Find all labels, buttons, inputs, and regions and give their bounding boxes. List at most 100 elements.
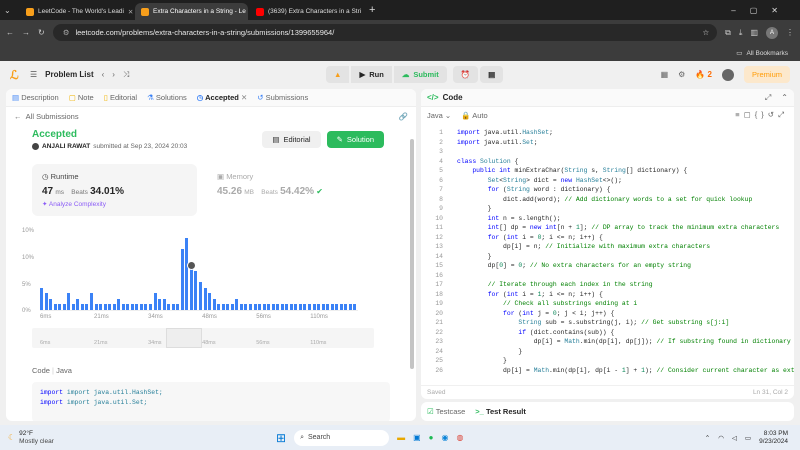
chart-bar[interactable] [285,304,289,310]
menu-icon[interactable]: ⋮ [786,28,794,37]
browser-tab-active[interactable]: Extra Characters in a String - Le✕ [135,3,248,20]
chart-bar[interactable] [348,304,352,310]
chart-bar[interactable] [294,304,298,310]
notes-button[interactable]: ▤ [480,66,504,83]
chart-bar[interactable] [180,249,184,310]
chart-bar[interactable] [335,304,339,310]
chart-bar[interactable] [298,304,302,310]
chart-bar[interactable] [253,304,257,310]
extensions-icon[interactable]: ⧉ [725,28,731,38]
toolbar-icons[interactable]: ≡▢{}↺⤢ [735,110,788,120]
taskbar-search[interactable]: ⌕ Search [294,429,390,446]
chart-bar[interactable] [49,298,53,310]
chart-bar[interactable] [94,304,98,310]
url-field[interactable]: ⚙ leetcode.com/problems/extra-characters… [52,24,718,41]
tab-search-icon[interactable]: ⌄ [4,6,18,15]
chart-bar[interactable] [230,304,234,310]
chart-bar[interactable] [162,298,166,310]
chart-bar[interactable] [76,298,80,310]
chart-bar[interactable] [353,304,357,310]
back-arrow-icon[interactable]: ← [14,112,22,121]
window-controls[interactable]: –▢✕ [731,6,800,15]
chart-bar[interactable] [312,304,316,310]
bookmark-star-icon[interactable]: ☆ [702,28,709,37]
chart-bar[interactable] [339,304,343,310]
chart-bar[interactable] [103,304,107,310]
chart-bar[interactable] [89,293,93,310]
shuffle-icon[interactable]: ⤨ [123,70,129,80]
chart-bar[interactable] [203,287,207,310]
tab-editorial[interactable]: ▯ Editorial [104,93,137,102]
chart-bar[interactable] [171,304,175,310]
submit-button[interactable]: ☁ Submit [393,66,447,83]
chart-bar[interactable] [303,304,307,310]
chart-bar[interactable] [235,298,239,310]
chart-bar[interactable] [185,238,189,310]
chart-bar[interactable] [189,265,193,310]
solution-button[interactable]: ✎ Solution [326,131,384,148]
chart-bar[interactable] [308,304,312,310]
language-select[interactable]: Java ⌄ [427,111,451,120]
code-editor[interactable]: 1 import java.util.HashSet; 2 import java.u… [421,123,794,378]
chart-bar[interactable] [262,304,266,310]
chart-bar[interactable] [289,304,293,310]
tab-submissions[interactable]: ↺ Submissions [257,93,308,102]
chart-bar[interactable] [199,282,202,310]
chart-bar[interactable] [321,304,325,310]
chart-bar[interactable] [126,304,130,310]
chart-bar[interactable] [153,293,157,310]
chart-bar[interactable] [226,304,230,310]
chart-bar[interactable] [330,304,334,310]
layout-icon[interactable]: ▦ [661,70,669,79]
chart-bar[interactable] [326,304,330,310]
chart-bar[interactable] [239,304,243,310]
tray-chevron-icon[interactable]: ⌃ [705,434,710,442]
tab-testcase[interactable]: ☑ Testcase [427,407,465,416]
browser-tab[interactable]: (3639) Extra Characters in a Stri✕ [250,3,363,20]
chart-bar[interactable] [217,304,221,310]
all-submissions-link[interactable]: All Submissions [26,112,79,121]
edge-icon[interactable]: ◉ [441,433,448,442]
chart-bar[interactable] [212,298,216,310]
site-info-icon[interactable]: ⚙ [63,28,70,37]
tab-solutions[interactable]: ⚗ Solutions [147,93,187,102]
editorial-button[interactable]: ▤ Editorial [262,131,321,148]
volume-icon[interactable]: ◁ [732,434,737,442]
runtime-card[interactable]: ◷ Runtime 47 ms Beats 34.01% ✦ Analyze C… [32,164,197,216]
chart-bar[interactable] [258,304,262,310]
problem-list-link[interactable]: Problem List [45,70,93,79]
profile-avatar[interactable]: A [766,26,778,39]
download-icon[interactable]: ⤓ [739,28,743,38]
chrome-icon[interactable]: ◍ [456,433,463,442]
range-slider[interactable]: 6ms 21ms 34ms 48ms 56ms 110ms [32,328,374,348]
chart-bar[interactable] [271,304,275,310]
sidepanel-icon[interactable]: ▥ [750,28,758,37]
auto-toggle[interactable]: 🔒 Auto [461,111,487,120]
collapse-icon[interactable]: ⌃ [781,93,788,102]
chart-bar[interactable] [267,304,271,310]
analyze-complexity-link[interactable]: ✦ Analyze Complexity [42,200,187,208]
run-button[interactable]: ▶ Run [351,66,392,83]
all-bookmarks[interactable]: All Bookmarks [746,50,788,57]
chart-bar[interactable] [40,287,43,310]
chart-bar[interactable] [130,304,134,310]
chart-bar[interactable] [144,304,148,310]
chart-bar[interactable] [280,304,284,310]
tab-accepted[interactable]: ◷ Accepted ✕ [197,93,248,102]
username[interactable]: ANJALI RAWAT [42,143,90,150]
tab-test-result[interactable]: >_ Test Result [475,407,526,416]
scrollbar[interactable] [410,139,414,369]
chart-bar[interactable] [121,304,125,310]
prev-problem-icon[interactable]: ‹ [102,70,105,79]
maximize-icon[interactable]: ⤢ [765,93,771,103]
chart-bar[interactable] [58,304,62,310]
leetcode-logo-icon[interactable]: ℒ [10,68,22,82]
tab-description[interactable]: ▤ Description [12,93,59,102]
next-problem-icon[interactable]: › [112,70,115,79]
spotify-icon[interactable]: ● [429,433,434,442]
chart-bar[interactable] [317,304,321,310]
reload-icon[interactable]: ↻ [38,28,45,37]
streak-counter[interactable]: 🔥 2 [695,70,712,79]
settings-icon[interactable]: ⚙ [678,70,685,79]
chart-bar[interactable] [71,304,75,310]
